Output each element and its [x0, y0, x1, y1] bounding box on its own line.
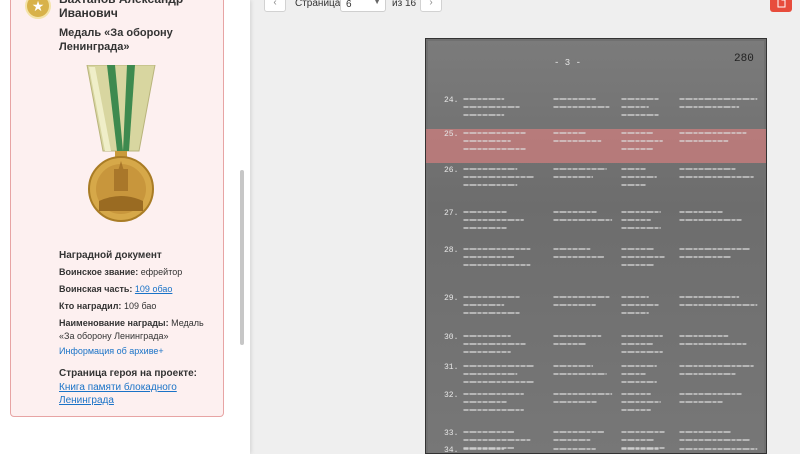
left-panel: ★ Вахтанов Александр Иванович Медаль «За… — [0, 0, 250, 454]
award-name-row: Наименование награды: Медаль «За оборону… — [59, 317, 219, 343]
page-label: Страница: — [295, 0, 344, 9]
scan-row-number: 25. — [444, 130, 458, 139]
hero-page-heading: Страница героя на проекте: — [59, 368, 198, 379]
prev-page-button[interactable]: ‹ — [264, 0, 286, 12]
awarded-by-row: Кто наградил: 109 бао — [59, 300, 219, 313]
scan-row-number: 29. — [444, 294, 458, 303]
archive-info-link[interactable]: Информация об архиве+ — [59, 346, 164, 356]
scan-text-lines: - 3 - 280 24. 25. 26. 27. 28. 29. 30. 31. 32. 33.… — [444, 53, 758, 454]
document-heading: Наградной документ — [59, 250, 162, 261]
hero-name: Вахтанов Александр Иванович — [59, 0, 183, 20]
scan-row-number: 26. — [444, 166, 458, 175]
award-card: ★ Вахтанов Александр Иванович Медаль «За… — [10, 0, 224, 417]
next-page-button[interactable]: › — [420, 0, 442, 12]
page-select-value: 6 — [346, 0, 352, 10]
hero-page-link[interactable]: Книга памяти блокадного Ленинграда — [59, 381, 209, 407]
page-total: из 16 — [392, 0, 417, 9]
scan-page-marker: - 3 - — [554, 58, 581, 68]
scan-row-number: 33. — [444, 429, 458, 438]
scan-row-number: 34. — [444, 446, 458, 454]
unit-link[interactable]: 109 обао — [135, 284, 172, 294]
unit-row: Воинская часть: 109 обао — [59, 283, 219, 296]
chevron-down-icon: ▼ — [373, 0, 381, 6]
pdf-icon — [777, 0, 786, 8]
document-scan[interactable]: - 3 - 280 24. 25. 26. 27. 28. 29. 30. 31. 32. 33.… — [425, 38, 767, 454]
scan-row-number: 28. — [444, 246, 458, 255]
scan-handwritten-mark: 280 — [734, 53, 754, 65]
page-select[interactable]: 6 ▼ — [340, 0, 386, 12]
scan-row-number: 30. — [444, 333, 458, 342]
unit-label: Воинская часть: — [59, 284, 133, 294]
awarded-by-value: 109 бао — [123, 301, 157, 311]
download-pdf-button[interactable] — [770, 0, 792, 12]
rank-row: Воинское звание: ефрейтор — [59, 266, 219, 279]
chevron-right-icon: › — [429, 0, 433, 8]
scan-row-number: 27. — [444, 209, 458, 218]
scan-row-number: 32. — [444, 391, 458, 400]
rank-value: ефрейтор — [140, 267, 183, 277]
chevron-left-icon: ‹ — [273, 0, 277, 8]
award-title: Медаль «За оборону Ленинграда» — [59, 27, 173, 53]
scan-row-number: 31. — [444, 363, 458, 372]
scan-row-number: 24. — [444, 96, 458, 105]
medal-badge-icon: ★ — [25, 0, 51, 19]
awarded-by-label: Кто наградил: — [59, 301, 122, 311]
award-name-label: Наименование награды: — [59, 318, 169, 328]
rank-label: Воинское звание: — [59, 267, 139, 277]
left-panel-scrollbar[interactable] — [240, 170, 244, 345]
medal-image — [86, 65, 156, 222]
